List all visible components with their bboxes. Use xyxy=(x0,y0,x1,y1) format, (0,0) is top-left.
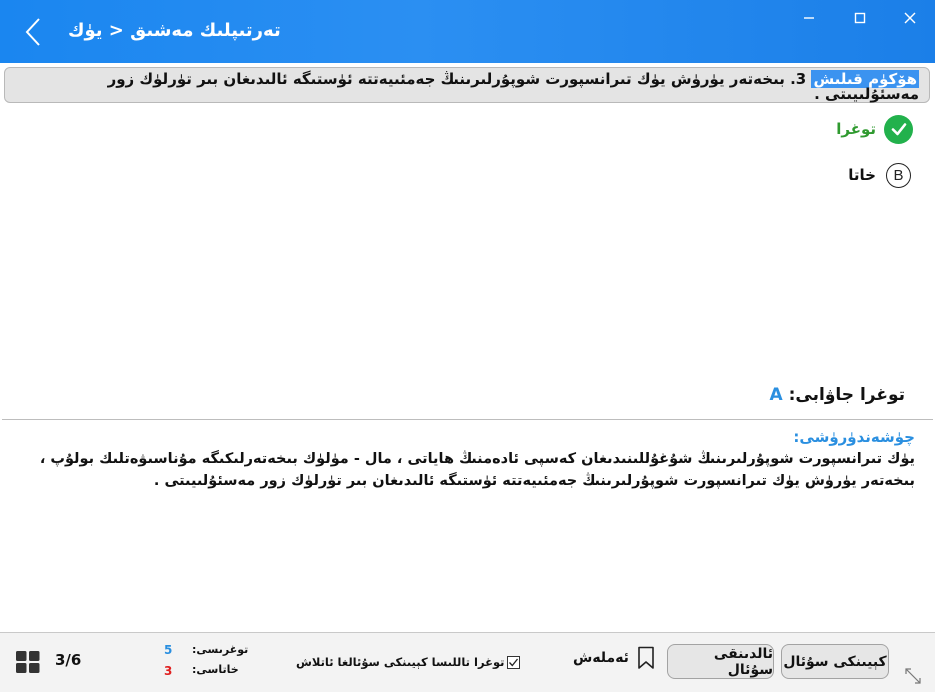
minimize-icon xyxy=(804,17,814,19)
check-circle-icon xyxy=(884,114,913,144)
correct-answer-label: توغرا جاۋابى: xyxy=(788,385,905,405)
next-question-button[interactable]: كېيىنكى سۇئال xyxy=(781,644,889,679)
bookmark-icon xyxy=(638,646,654,669)
correct-count: 5 xyxy=(164,643,173,657)
resize-icon[interactable] xyxy=(904,667,922,685)
bottom-bar: 3/6 5 توغرىسى: 3 خاتاسى: توغرا تاللىسا ك… xyxy=(0,632,935,692)
back-button[interactable] xyxy=(18,15,48,49)
divider xyxy=(2,419,933,420)
title-bar: تەرتىپلىك مەشىق < يۈك xyxy=(0,0,935,63)
option-b-marker: B xyxy=(886,162,911,188)
maximize-icon xyxy=(854,12,866,24)
progress-counter: 3/6 xyxy=(55,651,82,669)
question-number: 3. xyxy=(790,70,807,88)
question-box: ھۆكۈم قىلىش 3. بىخەتەر يۈرۈش يۈك تىرانسپ… xyxy=(4,67,930,103)
wrong-count: 3 xyxy=(164,664,173,678)
close-button[interactable] xyxy=(896,6,924,30)
auto-next-label: توغرا تاللىسا كېيىنكى سۇئالغا ئاتلاش xyxy=(296,655,505,669)
window-title: تەرتىپلىك مەشىق < يۈك xyxy=(68,20,281,41)
chevron-left-icon xyxy=(25,18,40,46)
grid-icon[interactable] xyxy=(16,650,40,674)
explanation-text: يۈك تىرانسپورت شوپۇرلىرىنىڭ شۇغۇللىنىدىغ… xyxy=(39,451,915,489)
option-a-label: توغرا xyxy=(836,120,876,138)
option-b-label: خاتا xyxy=(848,166,876,184)
correct-answer-value: A xyxy=(769,385,783,405)
auto-next-checkbox[interactable] xyxy=(507,655,521,669)
prev-question-button[interactable]: ئالدىنقى سۇئال xyxy=(667,644,774,679)
bookmark-button[interactable]: ئەملەش xyxy=(573,646,655,670)
explanation-section: چۈشەندۈرۈشى: يۈك تىرانسپورت شوپۇرلىرىنىڭ… xyxy=(20,428,915,492)
option-a[interactable]: توغرا xyxy=(836,114,913,144)
bookmark-label: ئەملەش xyxy=(573,650,629,666)
checkmark-icon xyxy=(509,658,519,666)
minimize-button[interactable] xyxy=(795,6,823,30)
explanation-heading: چۈشەندۈرۈشى: xyxy=(793,428,915,446)
option-b[interactable]: B خاتا xyxy=(848,160,913,190)
correct-answer: توغرا جاۋابى: A xyxy=(770,385,905,405)
correct-count-label: توغرىسى: xyxy=(192,643,249,656)
wrong-count-label: خاتاسى: xyxy=(192,663,239,676)
close-icon xyxy=(904,12,916,24)
auto-next-toggle[interactable]: توغرا تاللىسا كېيىنكى سۇئالغا ئاتلاش xyxy=(296,655,521,669)
maximize-button[interactable] xyxy=(846,6,874,30)
